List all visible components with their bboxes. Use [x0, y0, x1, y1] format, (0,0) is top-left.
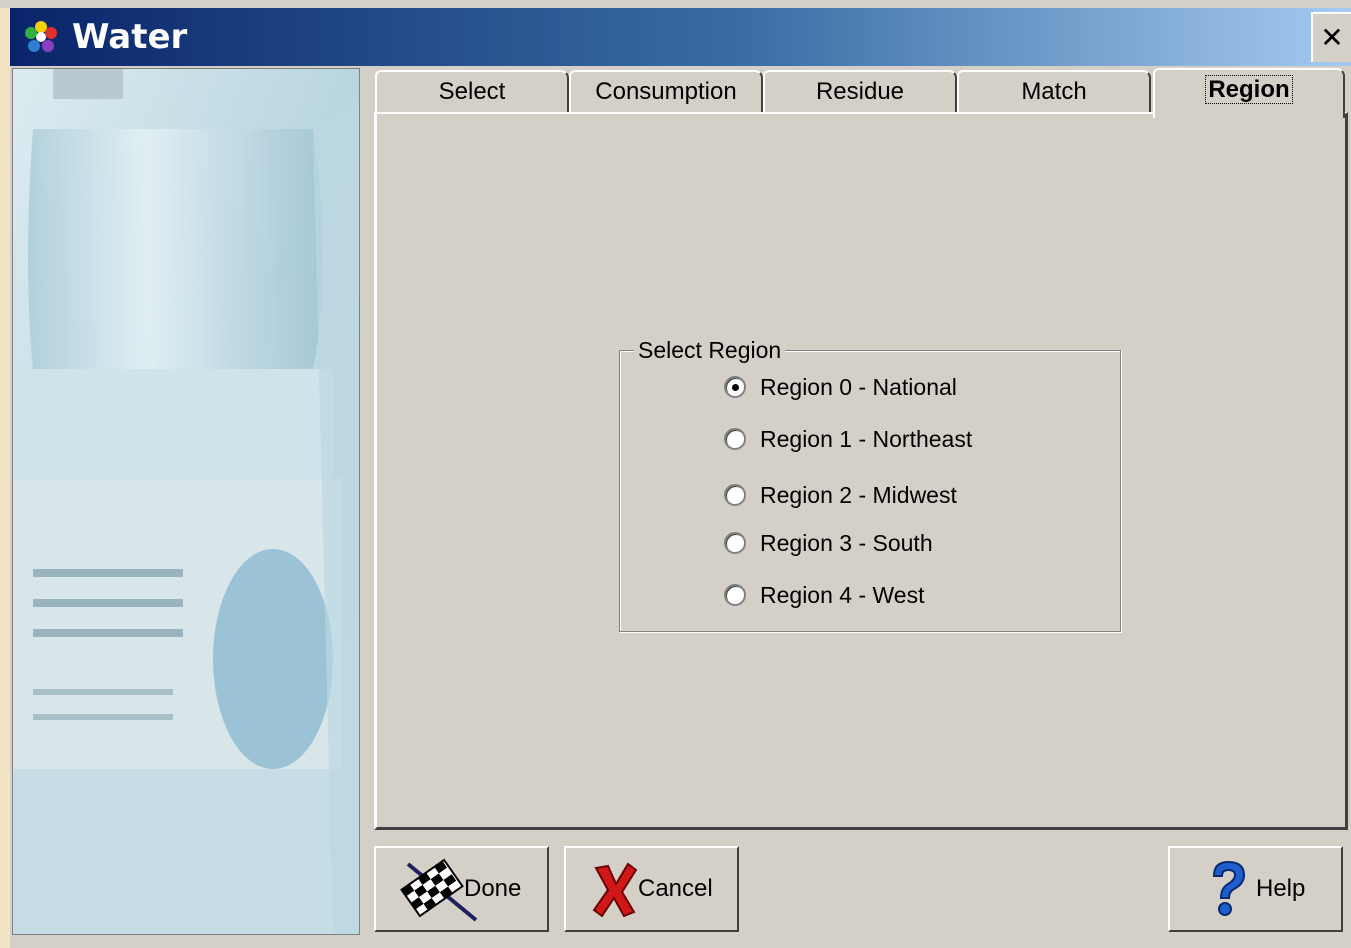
flower-icon	[25, 21, 57, 52]
radio-button[interactable]	[724, 376, 746, 398]
group-legend: Select Region	[634, 337, 786, 363]
question-mark-icon	[1212, 860, 1246, 916]
radio-button[interactable]	[724, 484, 746, 506]
cancel-label: Cancel	[638, 875, 713, 902]
select-region-group: Select Region Region 0 - National Region…	[619, 337, 1121, 632]
tab-select[interactable]: Select	[375, 70, 569, 112]
red-x-icon	[592, 862, 638, 918]
radio-label: Region 0 - National	[760, 373, 957, 400]
tab-consumption[interactable]: Consumption	[569, 70, 763, 112]
done-button[interactable]: Done	[374, 846, 549, 932]
tab-match-label: Match	[1021, 78, 1087, 105]
window-frame	[0, 8, 10, 948]
water-bottles-image	[12, 68, 360, 935]
tab-consumption-label: Consumption	[595, 78, 737, 105]
radio-region-4[interactable]: Region 4 - West	[724, 579, 924, 611]
radio-button[interactable]	[724, 532, 746, 554]
tab-select-label: Select	[438, 78, 506, 105]
region-tab-panel: Select Region Region 0 - National Region…	[374, 112, 1348, 830]
tab-region[interactable]: Region	[1153, 68, 1345, 118]
radio-button[interactable]	[724, 584, 746, 606]
radio-button[interactable]	[724, 428, 746, 450]
radio-label: Region 4 - West	[760, 581, 925, 608]
cancel-button[interactable]: Cancel	[564, 846, 739, 932]
title-bar[interactable]: Water	[10, 8, 1351, 66]
radio-label: Region 3 - South	[760, 529, 933, 556]
radio-region-2[interactable]: Region 2 - Midwest	[724, 479, 957, 511]
tab-residue-label: Residue	[815, 78, 905, 105]
water-dialog: Water ✕ Select Consumption Residue Match…	[0, 0, 1351, 948]
done-label: Done	[464, 875, 522, 902]
tab-region-label: Region	[1205, 75, 1293, 104]
close-button[interactable]: ✕	[1311, 12, 1351, 62]
help-button[interactable]: Help	[1168, 846, 1343, 932]
radio-region-0[interactable]: Region 0 - National	[724, 371, 957, 403]
help-label: Help	[1256, 875, 1306, 902]
radio-label: Region 1 - Northeast	[760, 425, 973, 452]
radio-region-1[interactable]: Region 1 - Northeast	[724, 423, 972, 455]
tab-match[interactable]: Match	[957, 70, 1151, 112]
window-title: Water	[72, 17, 188, 57]
radio-label: Region 2 - Midwest	[760, 481, 957, 508]
tab-residue[interactable]: Residue	[763, 70, 957, 112]
radio-region-3[interactable]: Region 3 - South	[724, 527, 933, 559]
